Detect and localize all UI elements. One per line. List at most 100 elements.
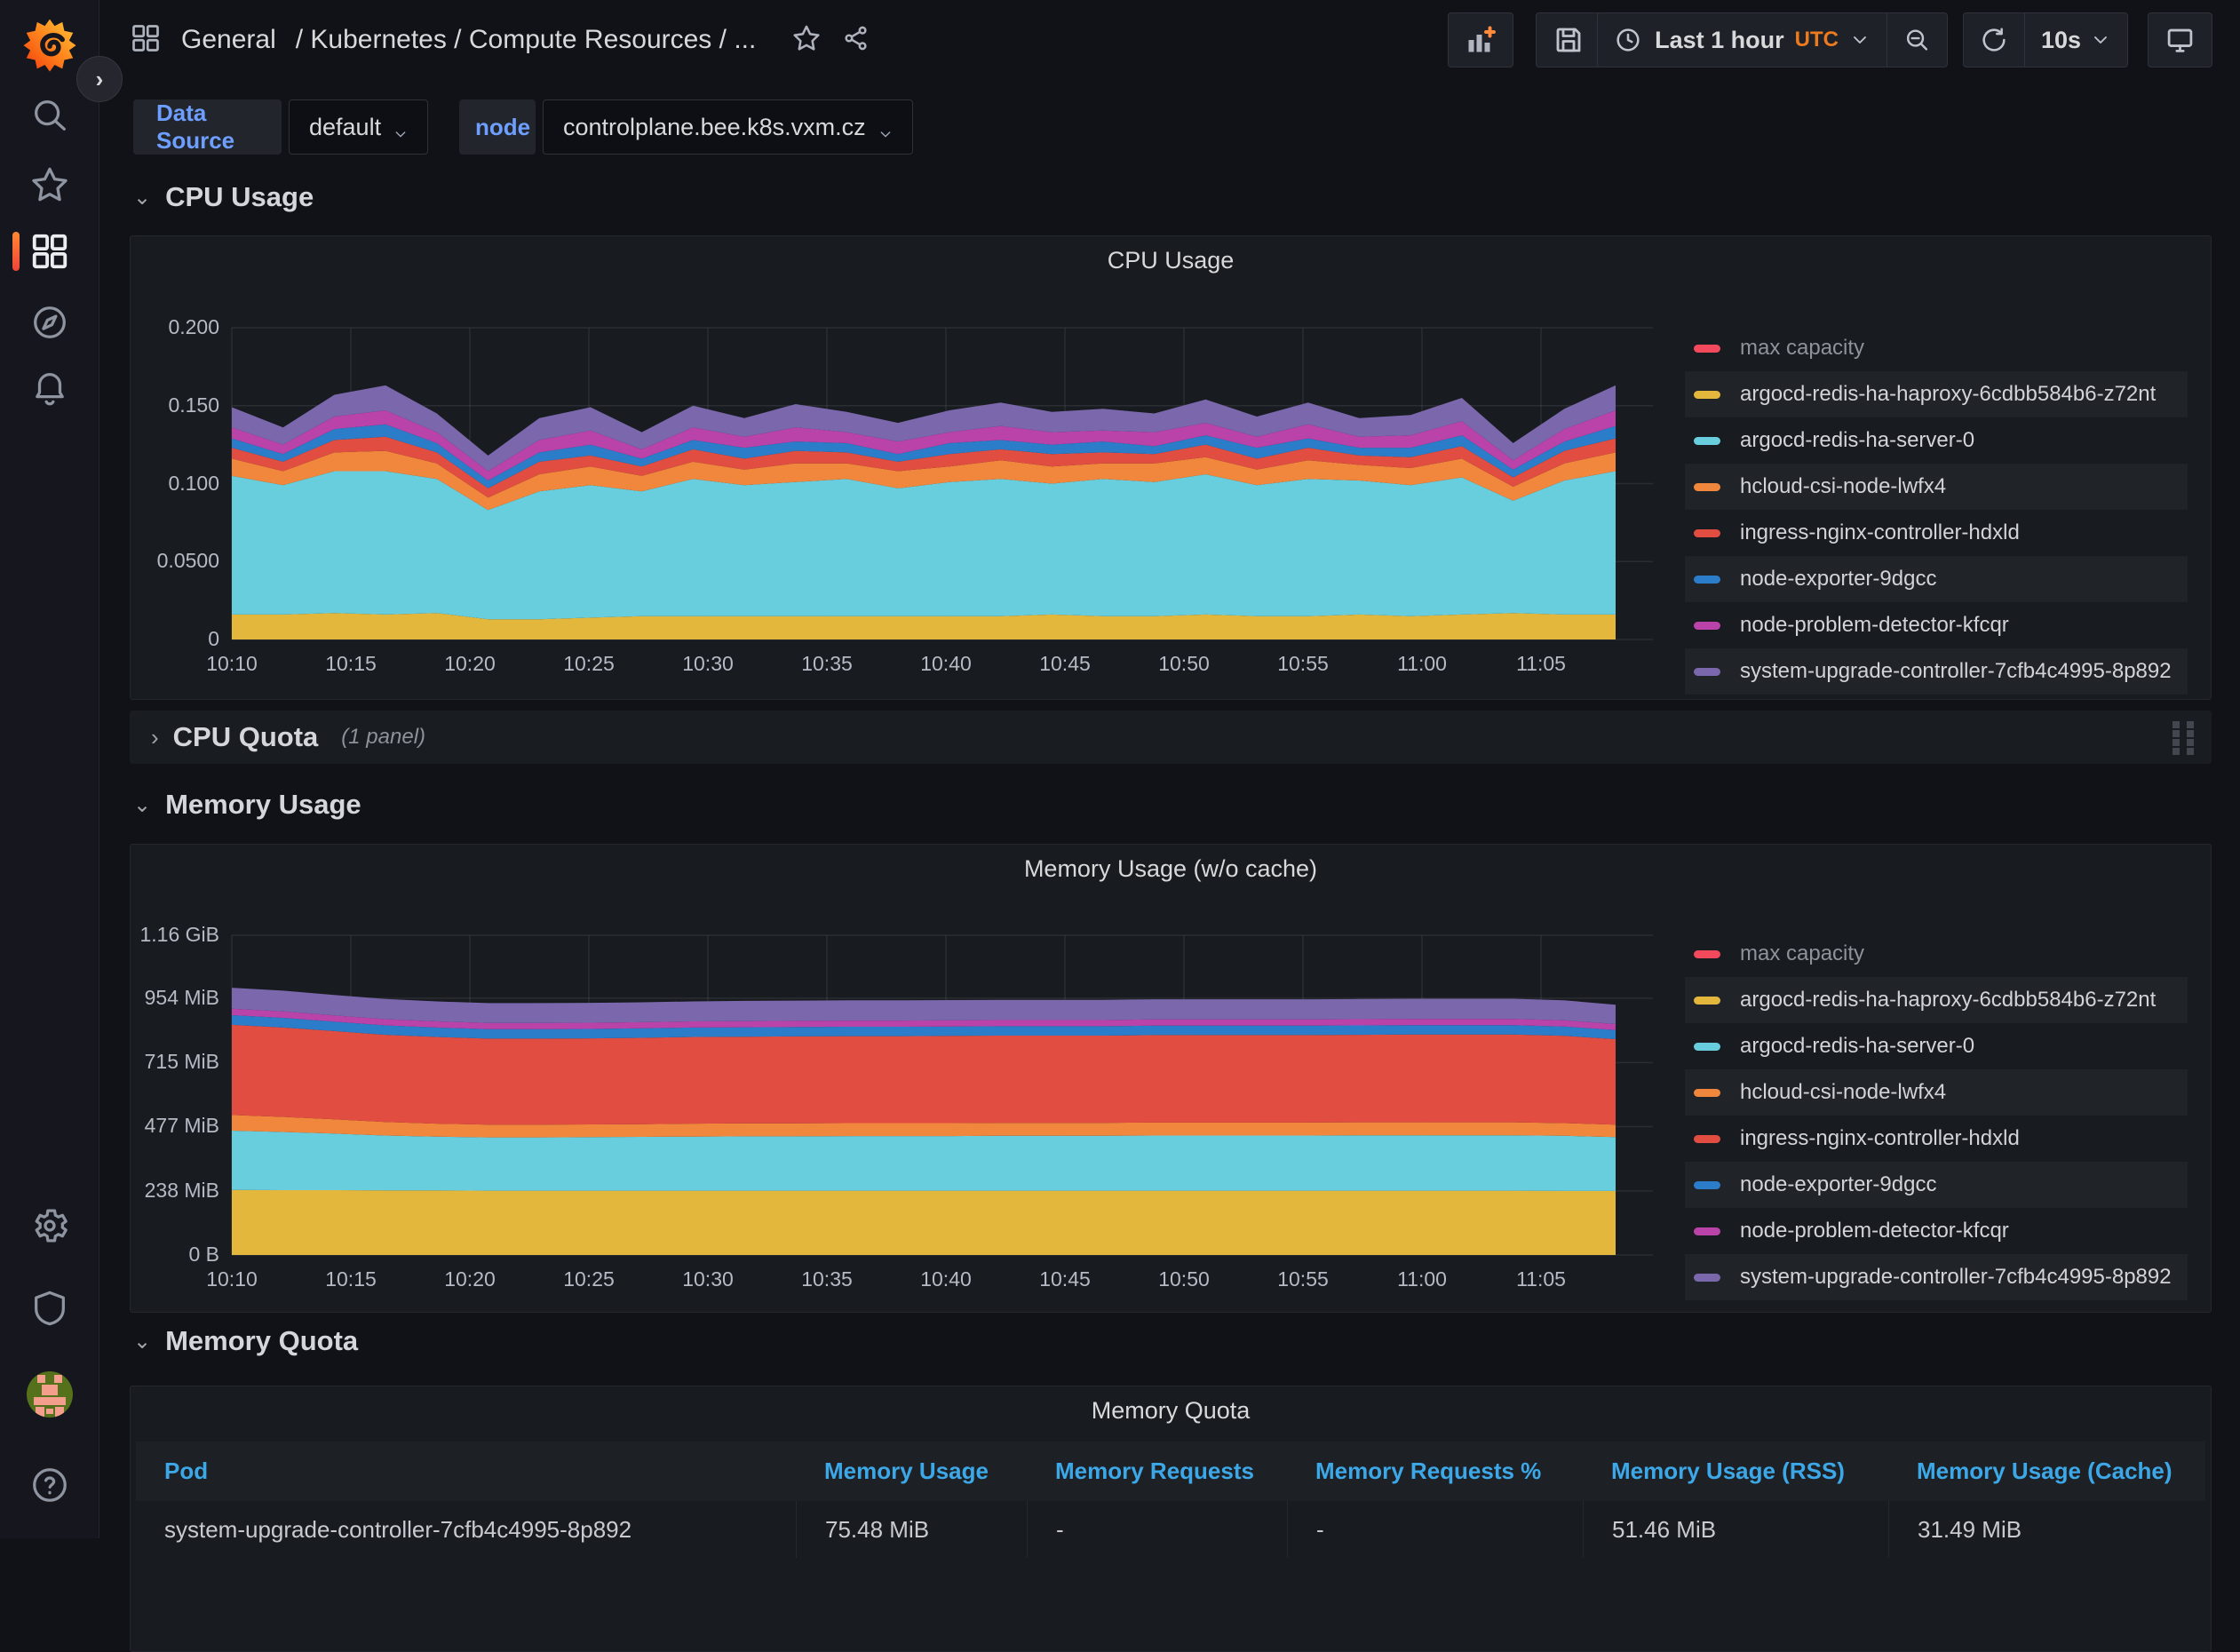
legend-label: ingress-nginx-controller-hdxld <box>1740 1126 2020 1151</box>
legend-color-chip <box>1694 997 1720 1005</box>
legend-color-chip <box>1694 950 1720 958</box>
section-memory-quota[interactable]: ⌄ Memory Quota <box>133 1325 358 1357</box>
refresh-interval-dropdown[interactable]: 10s <box>2024 12 2128 68</box>
y-axis-label: 0 <box>95 627 219 651</box>
table-header-cell[interactable]: Memory Usage (RSS) <box>1583 1442 1888 1501</box>
section-title: Memory Quota <box>165 1325 358 1357</box>
y-axis-label: 477 MiB <box>95 1114 219 1138</box>
sidebar <box>0 0 99 1538</box>
y-axis-label: 0.0500 <box>95 549 219 573</box>
x-axis-label: 10:25 <box>527 1267 651 1291</box>
section-title: Memory Usage <box>165 789 361 821</box>
legend-color-chip <box>1694 437 1720 445</box>
table-cell: - <box>1027 1501 1287 1558</box>
variable-value-datasource[interactable]: default <box>289 99 428 155</box>
x-axis-label: 10:15 <box>289 652 413 676</box>
legend-item[interactable]: argocd-redis-ha-haproxy-6cdbb584b6-z72nt <box>1685 977 2188 1023</box>
legend-label: node-exporter-9dgcc <box>1740 567 1936 592</box>
legend-item[interactable]: system-upgrade-controller-7cfb4c4995-8p8… <box>1685 1254 2188 1300</box>
add-panel-button[interactable] <box>1448 12 1513 68</box>
section-memory-usage[interactable]: ⌄ Memory Usage <box>133 789 361 821</box>
row-drag-handle[interactable] <box>2172 721 2196 755</box>
section-cpu-quota[interactable]: › CPU Quota (1 panel) <box>130 711 2212 764</box>
legend-label: system-upgrade-controller-7cfb4c4995-8p8… <box>1740 659 2172 684</box>
x-axis-label: 10:55 <box>1241 652 1365 676</box>
alerting-bell-icon[interactable] <box>0 360 99 417</box>
user-avatar[interactable] <box>0 1366 99 1423</box>
table-header-cell[interactable]: Memory Usage <box>796 1442 1027 1501</box>
x-axis-label: 10:30 <box>646 652 770 676</box>
share-icon[interactable] <box>841 23 871 58</box>
dashboard-apps-icon <box>130 22 162 59</box>
tv-mode-button[interactable] <box>2148 12 2212 68</box>
legend-color-chip <box>1694 483 1720 491</box>
legend-item[interactable]: system-upgrade-controller-7cfb4c4995-8p8… <box>1685 648 2188 695</box>
legend-label: argocd-redis-ha-haproxy-6cdbb584b6-z72nt <box>1740 988 2156 1013</box>
table-cell: 75.48 MiB <box>796 1501 1027 1558</box>
variable-value-node[interactable]: controlplane.bee.k8s.vxm.cz <box>543 99 913 155</box>
sidebar-expand-button[interactable]: › <box>76 56 123 102</box>
panel-title[interactable]: Memory Quota <box>131 1397 2211 1425</box>
server-admin-shield-icon[interactable] <box>0 1280 99 1337</box>
x-axis-label: 10:45 <box>1003 652 1127 676</box>
time-range-picker[interactable]: Last 1 hour UTC <box>1597 12 1887 68</box>
dashboards-icon[interactable] <box>0 223 99 280</box>
x-axis-label: 10:35 <box>765 652 889 676</box>
starred-dashboards-icon[interactable] <box>0 156 99 213</box>
legend-item[interactable]: max capacity <box>1685 325 2188 371</box>
memory-usage-legend: max capacity argocd-redis-ha-haproxy-6cdb… <box>1685 931 2188 1300</box>
section-cpu-usage[interactable]: ⌄ CPU Usage <box>133 181 314 213</box>
legend-label: argocd-redis-ha-server-0 <box>1740 428 1974 453</box>
legend-item[interactable]: ingress-nginx-controller-hdxld <box>1685 1116 2188 1162</box>
legend-item[interactable]: node-problem-detector-kfcqr <box>1685 602 2188 648</box>
memory-usage-chart[interactable]: 0 B238 MiB477 MiB715 MiB954 MiB1.16 GiB1… <box>232 935 1653 1255</box>
table-header-cell[interactable]: Memory Requests <box>1027 1442 1287 1501</box>
star-dashboard-icon[interactable] <box>791 23 822 58</box>
active-indicator <box>12 232 20 271</box>
legend-item[interactable]: hcloud-csi-node-lwfx4 <box>1685 464 2188 510</box>
y-axis-label: 1.16 GiB <box>95 923 219 947</box>
legend-item[interactable]: node-exporter-9dgcc <box>1685 1162 2188 1208</box>
zoom-out-time-button[interactable] <box>1887 12 1948 68</box>
x-axis-label: 10:10 <box>170 1267 294 1291</box>
configuration-gear-icon[interactable] <box>0 1197 99 1254</box>
legend-item[interactable]: argocd-redis-ha-haproxy-6cdbb584b6-z72nt <box>1685 371 2188 417</box>
table-cell: 51.46 MiB <box>1583 1501 1888 1558</box>
table-cell: 31.49 MiB <box>1888 1501 2204 1558</box>
y-axis-label: 0.200 <box>95 315 219 339</box>
legend-item[interactable]: argocd-redis-ha-server-0 <box>1685 417 2188 464</box>
legend-item[interactable]: ingress-nginx-controller-hdxld <box>1685 510 2188 556</box>
x-axis-label: 10:15 <box>289 1267 413 1291</box>
refresh-button[interactable] <box>1963 12 2025 68</box>
panel-count: (1 panel) <box>341 725 425 750</box>
y-axis-label: 0 B <box>95 1243 219 1267</box>
legend-item[interactable]: hcloud-csi-node-lwfx4 <box>1685 1069 2188 1116</box>
table-cell: - <box>1287 1501 1583 1558</box>
legend-label: node-problem-detector-kfcqr <box>1740 613 2009 638</box>
table-header-cell[interactable]: Memory Requests % <box>1287 1442 1583 1501</box>
memory-quota-panel: Memory Quota PodMemory UsageMemory Reque… <box>130 1386 2212 1652</box>
x-axis-label: 10:25 <box>527 652 651 676</box>
breadcrumb[interactable]: / Kubernetes / Compute Resources / ... <box>296 25 757 55</box>
panel-title[interactable]: Memory Usage (w/o cache) <box>131 855 2211 883</box>
legend-item[interactable]: node-exporter-9dgcc <box>1685 556 2188 602</box>
series-area <box>232 988 1616 1024</box>
memory-quota-table: PodMemory UsageMemory RequestsMemory Req… <box>136 1442 2205 1558</box>
table-header-cell[interactable]: Memory Usage (Cache) <box>1888 1442 2204 1501</box>
breadcrumb-root[interactable]: General <box>181 25 276 55</box>
topbar: General / Kubernetes / Compute Resources… <box>99 0 2240 80</box>
cpu-usage-chart[interactable]: 00.05000.1000.1500.20010:1010:1510:2010:… <box>232 328 1653 639</box>
memory-usage-panel: Memory Usage (w/o cache) 0 B238 MiB477 M… <box>130 844 2212 1313</box>
legend-color-chip <box>1694 1135 1720 1143</box>
legend-item[interactable]: max capacity <box>1685 931 2188 977</box>
help-icon[interactable] <box>0 1457 99 1513</box>
chevron-right-icon: › <box>151 724 159 751</box>
explore-compass-icon[interactable] <box>0 294 99 351</box>
y-axis-label: 0.100 <box>95 472 219 496</box>
table-header-cell[interactable]: Pod <box>136 1442 796 1501</box>
panel-title[interactable]: CPU Usage <box>131 247 2211 274</box>
legend-item[interactable]: node-problem-detector-kfcqr <box>1685 1208 2188 1254</box>
legend-color-chip <box>1694 668 1720 676</box>
legend-item[interactable]: argocd-redis-ha-server-0 <box>1685 1023 2188 1069</box>
save-dashboard-button[interactable] <box>1536 12 1601 68</box>
